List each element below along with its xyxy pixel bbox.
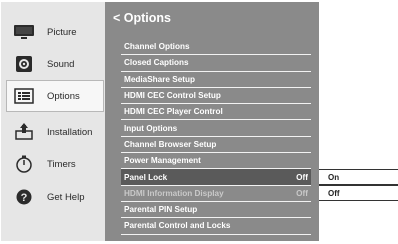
svg-text:?: ?: [21, 192, 28, 204]
sidebar: Picture Sound Options Installation Timer…: [1, 2, 105, 241]
tv-settings-screen: Picture Sound Options Installation Timer…: [1, 2, 398, 244]
menu-item-input-options[interactable]: Input Options: [121, 120, 311, 137]
menu-item-label: HDMI CEC Control Setup: [124, 91, 221, 101]
menu-item-label: Parental Control and Locks: [124, 221, 231, 231]
dropdown-option-on[interactable]: On: [319, 169, 398, 185]
menu-item-hdmi-cec-control-setup[interactable]: HDMI CEC Control Setup: [121, 88, 311, 105]
tv-icon: [11, 21, 37, 43]
sidebar-item-picture[interactable]: Picture: [7, 17, 103, 47]
menu-item-label: Channel Browser Setup: [124, 139, 217, 149]
menu-item-closed-captions[interactable]: Closed Captions: [121, 55, 311, 72]
sidebar-item-label: Timers: [47, 158, 76, 170]
menu-item-label: Parental PIN Setup: [124, 205, 198, 215]
menu-item-hdmi-cec-player-control[interactable]: HDMI CEC Player Control: [121, 104, 311, 121]
menu-item-label: Closed Captions: [124, 58, 189, 68]
sidebar-item-label: Sound: [47, 58, 75, 70]
menu-item-label: HDMI CEC Player Control: [124, 107, 223, 117]
sidebar-item-options[interactable]: Options: [6, 80, 104, 112]
menu-item-value: Off: [296, 188, 308, 198]
menu-item-mediashare-setup[interactable]: MediaShare Setup: [121, 72, 311, 88]
sidebar-item-label: Installation: [47, 126, 93, 138]
menu-item-panel-lock[interactable]: Panel Lock Off: [121, 169, 311, 186]
menu-item-channel-browser-setup[interactable]: Channel Browser Setup: [121, 137, 311, 154]
menu-item-value: Off: [296, 172, 308, 182]
dropdown-option-off[interactable]: Off: [319, 185, 398, 201]
menu-item-label: MediaShare Setup: [124, 74, 195, 84]
menu-item-hdmi-information-display: HDMI Information Display Off: [121, 186, 311, 202]
help-icon: ?: [11, 186, 37, 208]
speaker-icon: [11, 53, 37, 75]
menu-item-label: Power Management: [124, 156, 201, 166]
sidebar-item-timers[interactable]: Timers: [7, 149, 103, 179]
sidebar-item-label: Get Help: [47, 191, 85, 203]
options-panel: < Options Channel Options Closed Caption…: [105, 2, 319, 241]
options-menu: Channel Options Closed Captions MediaSha…: [121, 39, 311, 235]
menu-item-power-management[interactable]: Power Management: [121, 153, 311, 170]
panel-lock-dropdown: On Off: [319, 166, 398, 206]
sidebar-item-get-help[interactable]: ? Get Help: [7, 182, 103, 212]
menu-item-label: HDMI Information Display: [124, 188, 224, 198]
options-icon: [11, 85, 37, 107]
sidebar-item-sound[interactable]: Sound: [7, 49, 103, 79]
timer-icon: [11, 153, 37, 175]
sidebar-item-label: Options: [47, 90, 80, 102]
sidebar-item-installation[interactable]: Installation: [7, 117, 103, 147]
menu-item-label: Panel Lock: [124, 172, 168, 182]
page-title[interactable]: < Options: [113, 11, 171, 25]
sidebar-item-label: Picture: [47, 26, 77, 38]
menu-item-channel-options[interactable]: Channel Options: [121, 39, 311, 56]
installation-icon: [11, 121, 37, 143]
menu-item-parental-control-and-locks[interactable]: Parental Control and Locks: [121, 218, 311, 235]
menu-item-label: Channel Options: [124, 42, 190, 52]
menu-item-label: Input Options: [124, 123, 178, 133]
menu-item-parental-pin-setup[interactable]: Parental PIN Setup: [121, 202, 311, 219]
